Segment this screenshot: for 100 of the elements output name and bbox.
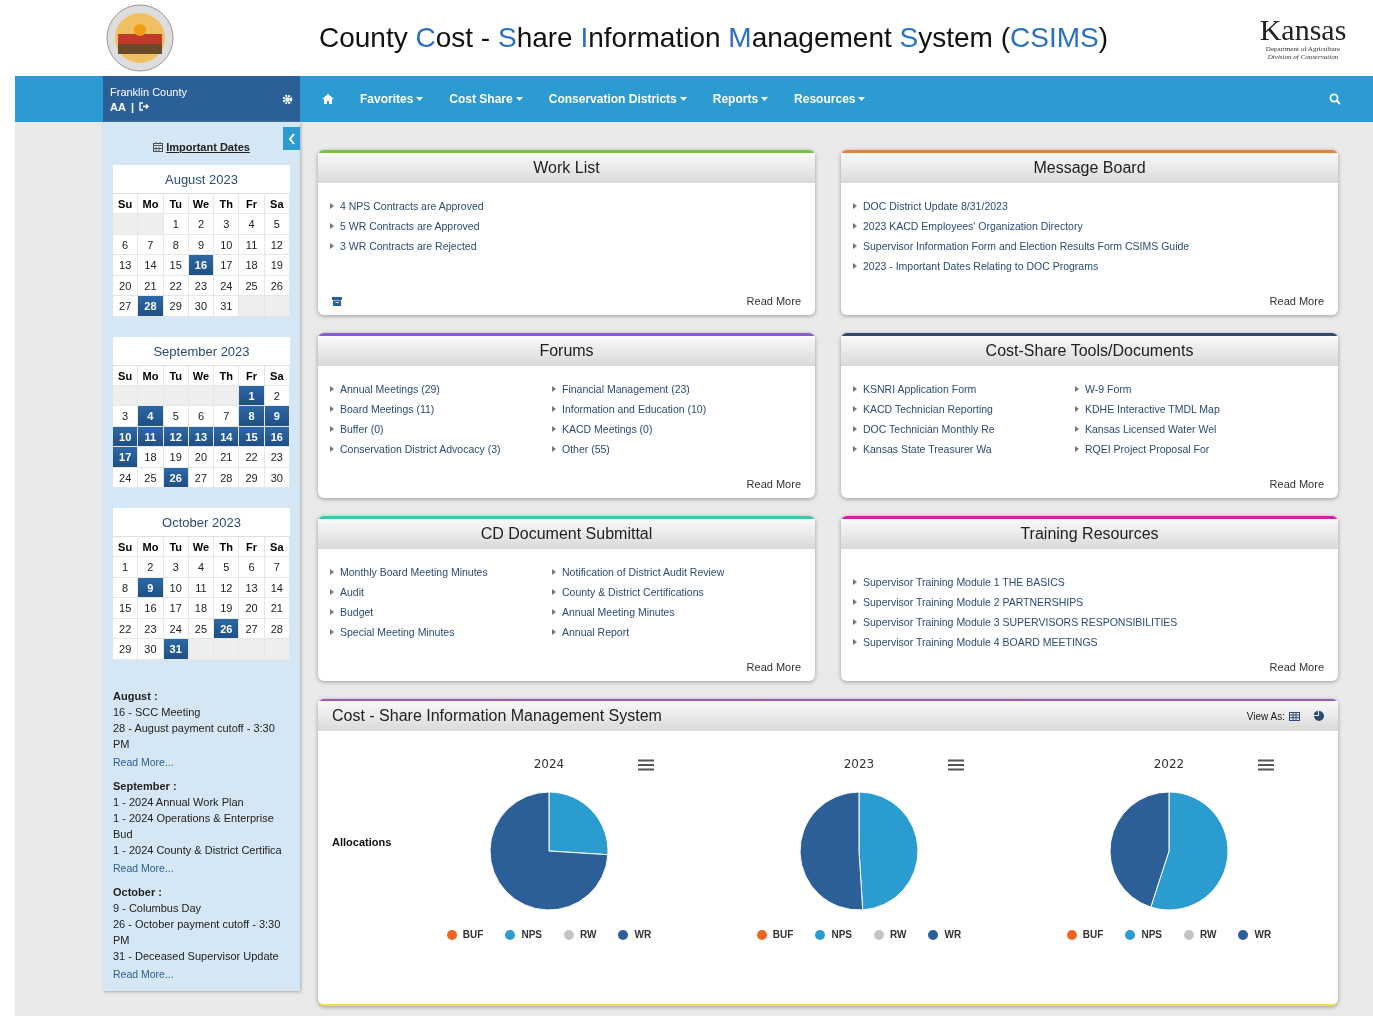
calendar-day[interactable]: 30 xyxy=(138,639,164,660)
calendar-day[interactable]: 20 xyxy=(188,447,215,468)
important-dates-link[interactable]: Important Dates xyxy=(153,141,250,153)
collapse-button[interactable] xyxy=(283,127,300,150)
legend-item[interactable]: BUF xyxy=(756,929,794,940)
card-link[interactable]: KDHE Interactive TMDL Map xyxy=(1075,402,1297,416)
table-icon[interactable] xyxy=(1289,711,1300,721)
calendar-day[interactable]: 24 xyxy=(113,467,139,488)
calendar-day[interactable]: 15 xyxy=(239,426,265,447)
card-link[interactable]: Annual Report xyxy=(552,625,774,639)
menu-icon[interactable] xyxy=(1258,759,1274,771)
calendar-day[interactable]: 18 xyxy=(188,598,215,619)
card-link[interactable]: 3 WR Contracts are Rejected xyxy=(330,239,552,253)
calendar-day[interactable]: 2 xyxy=(138,557,164,578)
calendar-day[interactable]: 4 xyxy=(239,214,265,235)
calendar-day[interactable]: 7 xyxy=(214,406,240,427)
calendar-day[interactable]: 8 xyxy=(239,406,265,427)
card-link[interactable]: Board Meetings (11) xyxy=(330,402,552,416)
legend-item[interactable]: RW xyxy=(874,929,907,940)
calendar-day[interactable]: 31 xyxy=(214,296,240,317)
calendar-day[interactable]: 13 xyxy=(113,255,139,276)
calendar-day[interactable]: 1 xyxy=(113,557,139,578)
calendar-day[interactable]: 4 xyxy=(188,557,215,578)
calendar-day[interactable]: 3 xyxy=(214,214,240,235)
card-link[interactable]: Annual Meetings (29) xyxy=(330,382,552,396)
legend-item[interactable]: RW xyxy=(564,929,597,940)
calendar-day[interactable]: 6 xyxy=(239,557,265,578)
calendar-day[interactable]: 8 xyxy=(113,577,139,598)
read-more-link[interactable]: Read More xyxy=(746,478,801,490)
calendar-day[interactable]: 14 xyxy=(138,255,164,276)
calendar-day[interactable]: 25 xyxy=(138,467,164,488)
card-link[interactable]: DOC District Update 8/31/2023 xyxy=(853,199,1190,213)
legend-item[interactable]: NPS xyxy=(505,929,542,940)
calendar-day[interactable]: 3 xyxy=(113,406,139,427)
menu-icon[interactable] xyxy=(948,759,964,771)
card-link[interactable]: Special Meeting Minutes xyxy=(330,625,552,639)
card-link[interactable]: Other (55) xyxy=(552,442,774,456)
calendar-day[interactable]: 19 xyxy=(214,598,240,619)
legend-item[interactable]: RW xyxy=(1184,929,1217,940)
calendar-day[interactable]: 15 xyxy=(163,255,189,276)
card-link[interactable]: Notification of District Audit Review xyxy=(552,565,774,579)
search-icon[interactable] xyxy=(1329,93,1341,105)
card-link[interactable]: Audit xyxy=(330,585,552,599)
card-link[interactable]: Buffer (0) xyxy=(330,422,552,436)
calendar-day[interactable]: 24 xyxy=(214,275,240,296)
calendar-day[interactable]: 30 xyxy=(188,296,215,317)
card-link[interactable]: Supervisor Training Module 4 BOARD MEETINGS xyxy=(853,635,1178,649)
card-link[interactable]: 2023 - Important Dates Relating to DOC Programs xyxy=(853,259,1190,273)
calendar-day[interactable]: 20 xyxy=(113,275,139,296)
card-link[interactable]: 4 NPS Contracts are Approved xyxy=(330,199,552,213)
legend-item[interactable]: NPS xyxy=(815,929,852,940)
card-link[interactable]: Conservation District Advocacy (3) xyxy=(330,442,552,456)
card-link[interactable]: Supervisor Information Form and Election Results Form CSIMS Guide xyxy=(853,239,1190,253)
calendar-day[interactable]: 17 xyxy=(214,255,240,276)
card-link[interactable]: W-9 Form xyxy=(1075,382,1297,396)
calendar-day[interactable]: 18 xyxy=(138,447,164,468)
card-link[interactable]: Supervisor Training Module 1 THE BASICS xyxy=(853,575,1178,589)
calendar-day[interactable]: 13 xyxy=(239,577,265,598)
card-link[interactable]: RQEI Project Proposal For xyxy=(1075,442,1297,456)
calendar-day[interactable]: 4 xyxy=(138,406,164,427)
calendar-day[interactable]: 26 xyxy=(214,618,240,639)
calendar-day[interactable]: 21 xyxy=(138,275,164,296)
calendar-day[interactable]: 21 xyxy=(214,447,240,468)
calendar-day[interactable]: 6 xyxy=(188,406,215,427)
calendar-day[interactable]: 22 xyxy=(239,447,265,468)
card-link[interactable]: Kansas Licensed Water Wel xyxy=(1075,422,1297,436)
pie-chart-icon[interactable] xyxy=(1314,711,1324,721)
card-link[interactable]: Kansas State Treasurer Wa xyxy=(853,442,1075,456)
settings-icon[interactable] xyxy=(282,93,293,105)
menu-icon[interactable] xyxy=(638,759,654,771)
calendar-day[interactable]: 14 xyxy=(214,426,240,447)
calendar-day[interactable]: 29 xyxy=(113,639,139,660)
calendar-day[interactable]: 21 xyxy=(264,598,290,619)
calendar-day[interactable]: 27 xyxy=(239,618,265,639)
card-link[interactable]: Monthly Board Meeting Minutes xyxy=(330,565,552,579)
card-link[interactable]: KSNRI Application Form xyxy=(853,382,1075,396)
calendar-day[interactable]: 5 xyxy=(163,406,189,427)
calendar-day[interactable]: 23 xyxy=(138,618,164,639)
calendar-day[interactable]: 28 xyxy=(214,467,240,488)
calendar-day[interactable]: 23 xyxy=(264,447,290,468)
legend-item[interactable]: WR xyxy=(618,929,652,940)
sign-out-icon[interactable] xyxy=(138,102,149,111)
home-icon[interactable] xyxy=(322,94,334,104)
calendar-day[interactable]: 16 xyxy=(138,598,164,619)
legend-item[interactable]: WR xyxy=(1238,929,1272,940)
calendar-day[interactable]: 27 xyxy=(113,296,139,317)
calendar-day[interactable]: 1 xyxy=(239,385,265,406)
card-link[interactable]: 5 WR Contracts are Approved xyxy=(330,219,552,233)
card-link[interactable]: Annual Meeting Minutes xyxy=(552,605,774,619)
calendar-day[interactable]: 3 xyxy=(163,557,189,578)
card-link[interactable]: Information and Education (10) xyxy=(552,402,774,416)
calendar-day[interactable]: 10 xyxy=(214,234,240,255)
read-more-link[interactable]: Read More xyxy=(746,295,801,307)
card-link[interactable]: Budget xyxy=(330,605,552,619)
read-more-link[interactable]: Read More xyxy=(1269,478,1324,490)
calendar-day[interactable]: 25 xyxy=(239,275,265,296)
legend-item[interactable]: BUF xyxy=(1066,929,1104,940)
calendar-day[interactable]: 6 xyxy=(113,234,139,255)
read-more-link[interactable]: Read More... xyxy=(113,967,174,980)
calendar-day[interactable]: 29 xyxy=(239,467,265,488)
